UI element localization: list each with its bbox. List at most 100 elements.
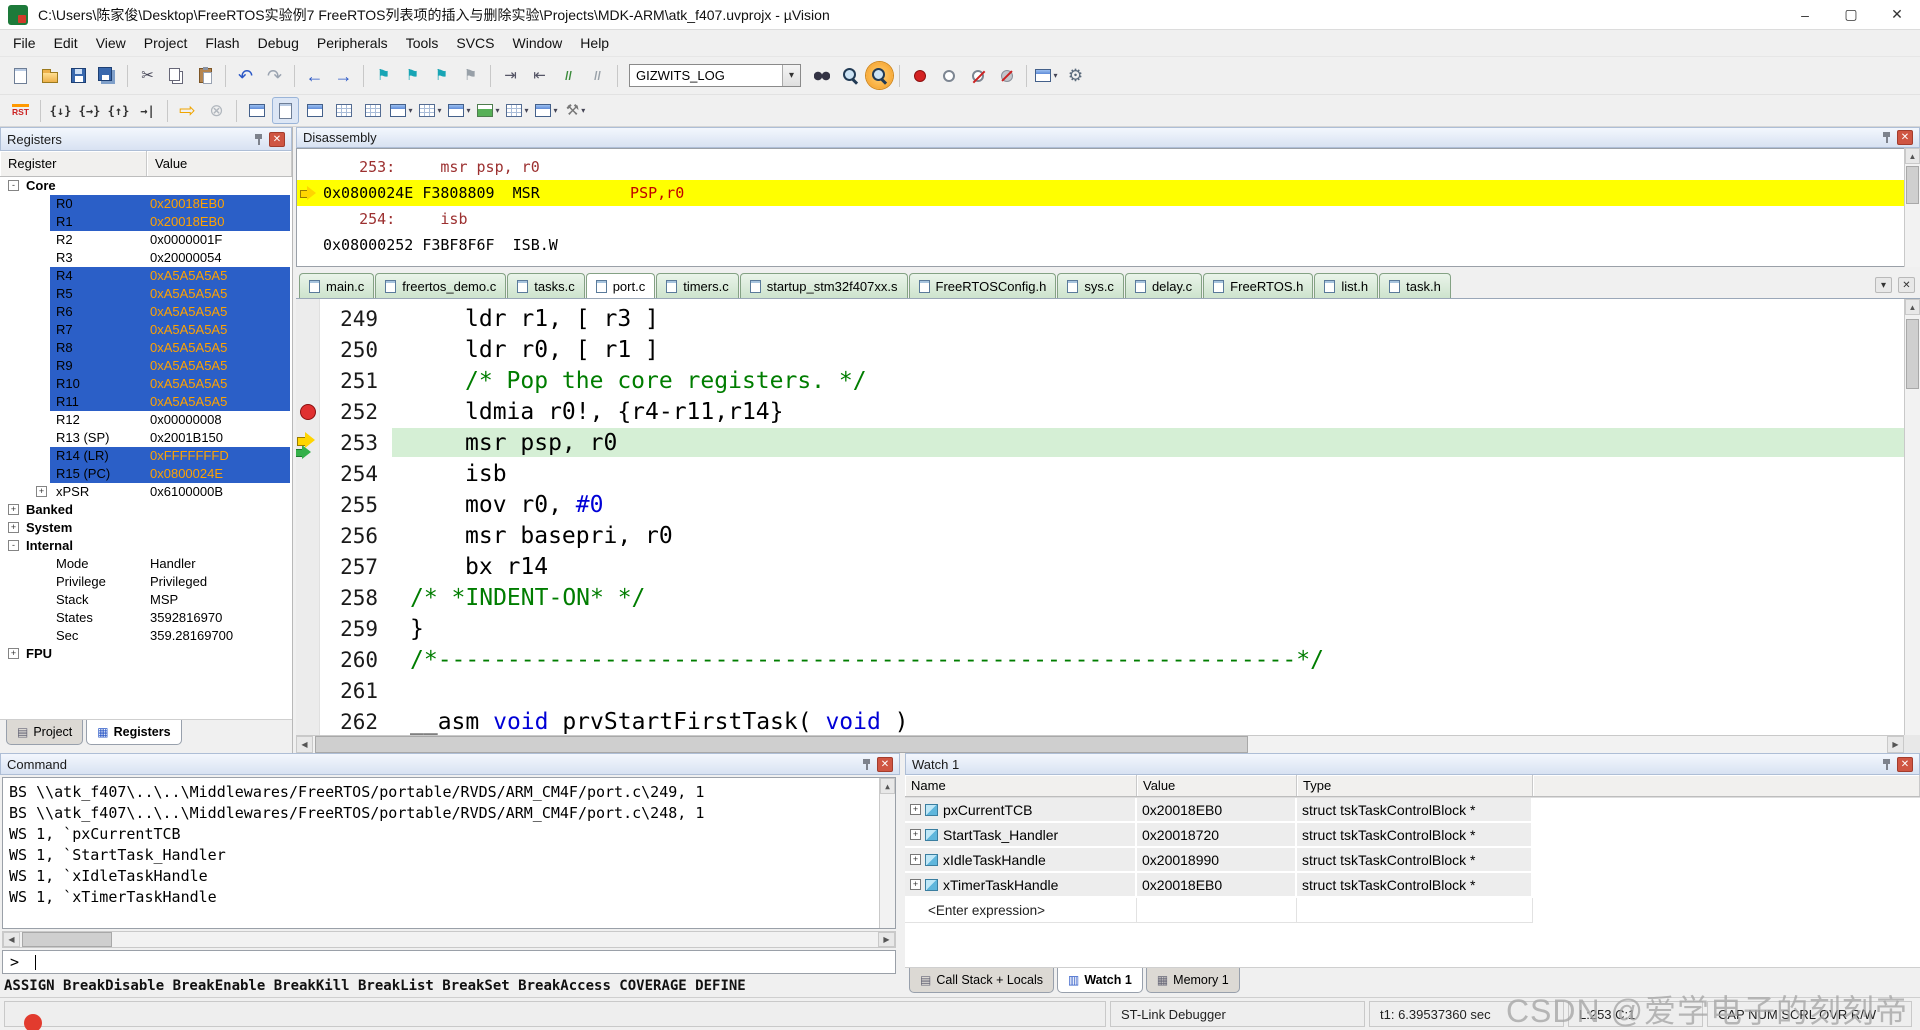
scrollbar-thumb[interactable] — [315, 736, 1248, 753]
watch-type-cell[interactable]: struct tskTaskControlBlock * — [1297, 873, 1533, 898]
register-row[interactable]: + Banked — [0, 501, 292, 519]
tree-expander-icon[interactable]: + — [8, 522, 19, 533]
copy-icon[interactable] — [163, 62, 190, 89]
command-input[interactable]: > — [2, 950, 896, 974]
register-row[interactable]: - Core — [0, 177, 292, 195]
run-icon[interactable]: ⇨ — [174, 97, 201, 124]
disassembly-line[interactable]: 0x0800024E F3808809 MSR PSP,r0 — [297, 180, 1919, 206]
register-row[interactable]: R13 (SP) 0x2001B150 — [0, 429, 292, 447]
gutter-cell[interactable] — [296, 551, 320, 582]
disassembly-view[interactable]: 253: msr psp, r0 0x0800024E F3808809 MSR … — [296, 148, 1920, 267]
register-row[interactable]: Sec 359.28169700 — [0, 627, 292, 645]
close-panel-icon[interactable]: ✕ — [269, 131, 285, 147]
code-line[interactable]: 253 msr psp, r0 — [296, 427, 1904, 459]
bookmark-toggle-icon[interactable]: ⚑ — [370, 62, 397, 89]
comment-icon[interactable]: // — [555, 62, 582, 89]
maximize-button[interactable]: ▢ — [1828, 0, 1874, 29]
register-row[interactable]: Mode Handler — [0, 555, 292, 573]
find-in-files-icon[interactable] — [808, 62, 835, 89]
step-over-icon[interactable]: {→} — [76, 97, 103, 124]
analysis-window-icon[interactable]: ▾ — [475, 97, 502, 124]
column-value[interactable]: Value — [1137, 775, 1297, 796]
disassembly-window-icon[interactable] — [272, 97, 299, 124]
bookmark-prev-icon[interactable]: ⚑ — [399, 62, 426, 89]
tab-watch-1[interactable]: ▥ Watch 1 — [1057, 968, 1143, 993]
close-panel-icon[interactable]: ✕ — [1897, 756, 1913, 772]
close-file-icon[interactable]: ✕ — [1898, 277, 1915, 293]
register-row[interactable]: R7 0xA5A5A5A5 — [0, 321, 292, 339]
watch-name-cell[interactable]: + pxCurrentTCB — [905, 798, 1137, 823]
tree-expander-icon[interactable]: + — [8, 504, 19, 515]
menu-svcs[interactable]: SVCS — [447, 31, 503, 55]
undo-icon[interactable]: ↶ — [232, 62, 259, 89]
watch-value-cell[interactable]: 0x20018EB0 — [1137, 873, 1297, 898]
unindent-icon[interactable]: ⇤ — [526, 62, 553, 89]
menu-window[interactable]: Window — [504, 31, 572, 55]
scrollbar-thumb[interactable] — [22, 932, 112, 947]
insert-breakpoint-icon[interactable] — [906, 62, 933, 89]
register-row[interactable]: R5 0xA5A5A5A5 — [0, 285, 292, 303]
tab-tasks.c[interactable]: tasks.c — [507, 273, 585, 298]
column-value[interactable]: Value — [147, 151, 292, 176]
file-combo[interactable]: GIZWITS_LOG ▾ — [629, 64, 801, 87]
tab-sys.c[interactable]: sys.c — [1057, 273, 1124, 298]
tab-timers.c[interactable]: timers.c — [656, 273, 739, 298]
watch-value-cell[interactable]: 0x20018720 — [1137, 823, 1297, 848]
register-row[interactable]: R15 (PC) 0x0800024E — [0, 465, 292, 483]
tab-delay.c[interactable]: delay.c — [1124, 273, 1203, 298]
tree-expander-icon[interactable]: + — [36, 486, 47, 497]
code-line[interactable]: 257 bx r14 — [296, 551, 1904, 582]
watch-name-cell[interactable]: <Enter expression> — [905, 898, 1137, 923]
menu-peripherals[interactable]: Peripherals — [308, 31, 397, 55]
tab-registers[interactable]: ▦ Registers — [86, 720, 182, 745]
tab-startup_stm32f407xx.s[interactable]: startup_stm32f407xx.s — [739, 273, 908, 298]
run-to-cursor-icon[interactable]: →| — [134, 97, 161, 124]
scroll-up-icon[interactable]: ▲ — [1905, 299, 1920, 315]
scroll-left-icon[interactable]: ◀ — [296, 736, 313, 753]
registers-window-icon[interactable] — [330, 97, 357, 124]
tree-expander-icon[interactable]: + — [910, 829, 921, 840]
register-row[interactable]: R10 0xA5A5A5A5 — [0, 375, 292, 393]
tab-list-dropdown-icon[interactable]: ▾ — [1875, 277, 1892, 293]
tree-expander-icon[interactable]: + — [8, 648, 19, 659]
watch-window-icon[interactable]: ▾ — [388, 97, 415, 124]
gutter-cell[interactable] — [296, 334, 320, 365]
new-file-icon[interactable] — [7, 62, 34, 89]
bookmark-clear-icon[interactable]: ⚑ — [457, 62, 484, 89]
register-row[interactable]: - Internal — [0, 537, 292, 555]
close-panel-icon[interactable]: ✕ — [1897, 130, 1913, 145]
pin-icon[interactable] — [252, 132, 265, 147]
tree-expander-icon[interactable]: + — [910, 879, 921, 890]
scroll-right-icon[interactable]: ▶ — [1887, 736, 1904, 753]
nav-back-icon[interactable]: ← — [301, 62, 328, 89]
gutter-cell[interactable] — [296, 675, 320, 706]
callstack-window-icon[interactable] — [359, 97, 386, 124]
trace-window-icon[interactable]: ▾ — [504, 97, 531, 124]
close-panel-icon[interactable]: ✕ — [877, 756, 893, 772]
scroll-up-icon[interactable]: ▲ — [1905, 148, 1920, 164]
system-viewer-icon[interactable]: ▾ — [533, 97, 560, 124]
register-row[interactable]: R0 0x20018EB0 — [0, 195, 292, 213]
register-row[interactable]: R6 0xA5A5A5A5 — [0, 303, 292, 321]
uncomment-icon[interactable]: // — [584, 62, 611, 89]
pin-icon[interactable] — [860, 757, 873, 772]
menu-edit[interactable]: Edit — [45, 31, 87, 55]
watch-row[interactable]: + xIdleTaskHandle 0x20018990 struct tskTask… — [905, 848, 1920, 873]
register-row[interactable]: + System — [0, 519, 292, 537]
register-row[interactable]: R1 0x20018EB0 — [0, 213, 292, 231]
scroll-left-icon[interactable]: ◀ — [3, 932, 20, 947]
watch-row[interactable]: + StartTask_Handler 0x20018720 struct tskTa… — [905, 823, 1920, 848]
scrollbar-thumb[interactable] — [1906, 166, 1919, 204]
tree-expander-icon[interactable]: + — [910, 804, 921, 815]
tab-project[interactable]: ▤ Project — [6, 720, 84, 745]
save-icon[interactable] — [65, 62, 92, 89]
disable-breakpoints-icon[interactable] — [993, 62, 1020, 89]
tab-port.c[interactable]: port.c — [585, 273, 656, 298]
command-horizontal-scrollbar[interactable]: ◀ ▶ — [2, 931, 896, 948]
chevron-down-icon[interactable]: ▾ — [782, 65, 800, 86]
tree-expander-icon[interactable]: + — [910, 854, 921, 865]
watch-value-cell[interactable] — [1137, 898, 1297, 923]
disassembly-scrollbar[interactable]: ▲ — [1904, 148, 1920, 267]
tab-FreeRTOSConfig.h[interactable]: FreeRTOSConfig.h — [908, 273, 1057, 298]
code-line[interactable]: 255 mov r0, #0 — [296, 489, 1904, 520]
